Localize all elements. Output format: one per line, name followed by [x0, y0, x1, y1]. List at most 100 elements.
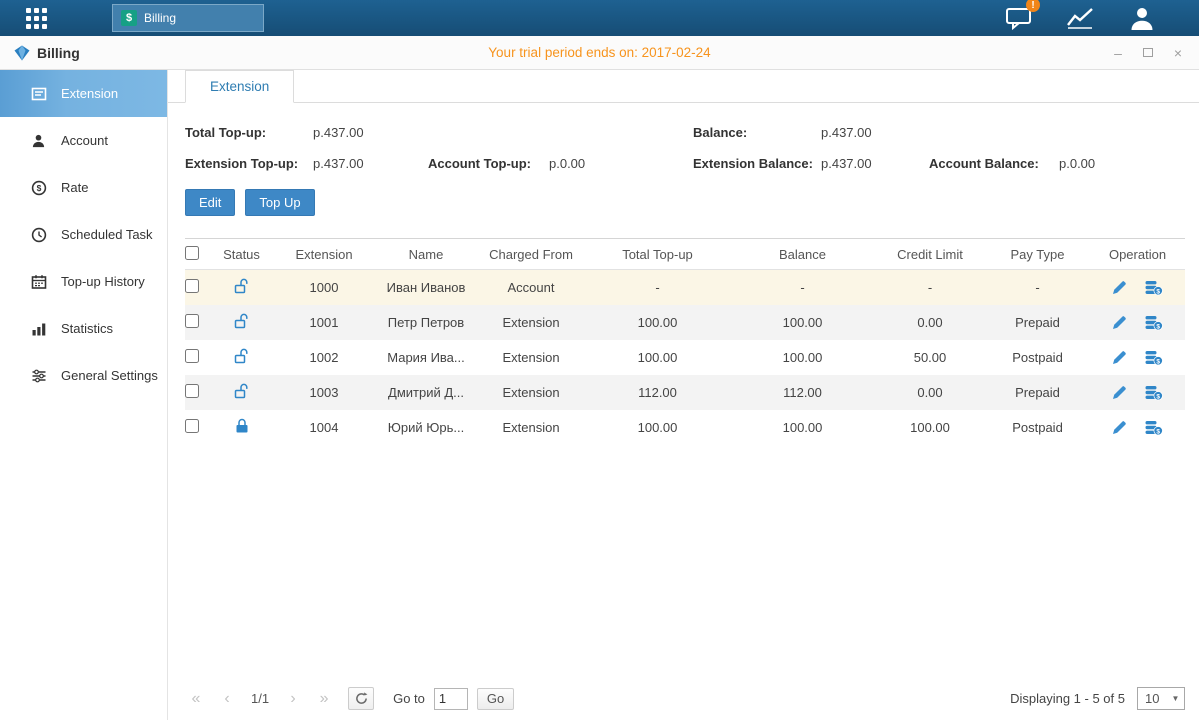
- goto-page-input[interactable]: [434, 688, 468, 710]
- refresh-button[interactable]: [348, 687, 374, 710]
- balance-cell: 100.00: [730, 315, 875, 330]
- close-button[interactable]: ×: [1171, 46, 1185, 60]
- edit-row-icon[interactable]: [1112, 385, 1127, 400]
- page-size-select[interactable]: 10 ▼: [1137, 687, 1185, 710]
- row-checkbox[interactable]: [185, 314, 199, 328]
- tab-bar: Extension: [168, 70, 1199, 103]
- summary-row-1: Total Top-up: p.437.00 Balance: p.437.00: [185, 117, 1185, 148]
- row-checkbox[interactable]: [185, 349, 199, 363]
- edit-row-icon[interactable]: [1112, 280, 1127, 295]
- row-checkbox[interactable]: [185, 279, 199, 293]
- sidebar-item-extension[interactable]: Extension: [0, 70, 167, 117]
- table-row[interactable]: 1001 Петр Петров Extension 100.00 100.00…: [185, 305, 1185, 340]
- billing-app-icon: $: [121, 10, 137, 26]
- trial-period-notice: Your trial period ends on: 2017-02-24: [0, 45, 1199, 60]
- charged-from-cell: Extension: [477, 350, 585, 365]
- account-topup-label: Account Top-up:: [428, 156, 549, 171]
- top-up-row-icon[interactable]: $: [1145, 315, 1163, 331]
- pay-type-cell: Postpaid: [985, 350, 1090, 365]
- extension-cell: 1004: [273, 420, 375, 435]
- select-all-checkbox[interactable]: [185, 246, 199, 260]
- header-credit-limit: Credit Limit: [875, 247, 985, 262]
- minimize-button[interactable]: –: [1111, 46, 1125, 60]
- sidebar-item-general-settings[interactable]: General Settings: [0, 352, 167, 399]
- table-header-row: Status Extension Name Charged From Total…: [185, 239, 1185, 270]
- edit-row-icon[interactable]: [1112, 315, 1127, 330]
- refresh-icon: [355, 692, 368, 705]
- taskbar-item-billing[interactable]: $ Billing: [112, 4, 264, 32]
- extension-cell: 1000: [273, 280, 375, 295]
- prev-page-button[interactable]: ‹: [216, 688, 238, 710]
- extension-cell: 1001: [273, 315, 375, 330]
- apps-menu-button[interactable]: [0, 0, 72, 36]
- displaying-text: Displaying 1 - 5 of 5: [1010, 691, 1125, 706]
- header-pay-type: Pay Type: [985, 247, 1090, 262]
- next-page-button[interactable]: ›: [282, 688, 304, 710]
- maximize-icon: [1143, 48, 1153, 57]
- sidebar: Extension Account $ Rate Scheduled Task …: [0, 70, 168, 720]
- balance-cell: -: [730, 280, 875, 295]
- top-up-button[interactable]: Top Up: [245, 189, 314, 216]
- svg-text:$: $: [1156, 428, 1160, 435]
- table-row[interactable]: 1004 Юрий Юрь... Extension 100.00 100.00…: [185, 410, 1185, 445]
- edit-row-icon[interactable]: [1112, 420, 1127, 435]
- balance-cell: 100.00: [730, 420, 875, 435]
- topbar-right-icons: !: [1003, 5, 1199, 31]
- sidebar-item-topup-history[interactable]: Top-up History: [0, 258, 167, 305]
- top-up-row-icon[interactable]: $: [1145, 385, 1163, 401]
- table-row[interactable]: 1002 Мария Ива... Extension 100.00 100.0…: [185, 340, 1185, 375]
- user-icon: [1129, 6, 1155, 30]
- resource-monitor-button[interactable]: [1065, 5, 1095, 31]
- system-topbar: $ Billing !: [0, 0, 1199, 36]
- svg-text:$: $: [1156, 393, 1160, 400]
- first-page-button[interactable]: «: [185, 688, 207, 710]
- credit-limit-cell: 100.00: [875, 420, 985, 435]
- header-status: Status: [210, 247, 273, 262]
- credit-limit-cell: 0.00: [875, 385, 985, 400]
- extension-cell: 1002: [273, 350, 375, 365]
- sidebar-item-statistics[interactable]: Statistics: [0, 305, 167, 352]
- sidebar-item-label: Top-up History: [61, 274, 145, 289]
- total-topup-label: Total Top-up:: [185, 125, 313, 140]
- notifications-button[interactable]: !: [1003, 5, 1033, 31]
- total-topup-cell: 100.00: [585, 420, 730, 435]
- sidebar-item-rate[interactable]: $ Rate: [0, 164, 167, 211]
- sidebar-item-account[interactable]: Account: [0, 117, 167, 164]
- top-up-row-icon[interactable]: $: [1145, 420, 1163, 436]
- row-checkbox[interactable]: [185, 384, 199, 398]
- sidebar-item-scheduled-task[interactable]: Scheduled Task: [0, 211, 167, 258]
- apps-grid-icon: [26, 8, 47, 29]
- sidebar-item-label: Extension: [61, 86, 118, 101]
- extension-topup-label: Extension Top-up:: [185, 156, 313, 171]
- edit-row-icon[interactable]: [1112, 350, 1127, 365]
- user-account-button[interactable]: [1127, 5, 1157, 31]
- table-row[interactable]: 1000 Иван Иванов Account - - - - $: [185, 270, 1185, 305]
- sidebar-item-label: Scheduled Task: [61, 227, 153, 242]
- charged-from-cell: Extension: [477, 385, 585, 400]
- go-button[interactable]: Go: [477, 688, 514, 710]
- edit-button[interactable]: Edit: [185, 189, 235, 216]
- sidebar-item-label: Statistics: [61, 321, 113, 336]
- header-operation: Operation: [1090, 247, 1185, 262]
- top-up-row-icon[interactable]: $: [1145, 280, 1163, 296]
- tab-extension[interactable]: Extension: [185, 70, 294, 103]
- clock-icon: [30, 227, 47, 243]
- table-row[interactable]: 1003 Дмитрий Д... Extension 112.00 112.0…: [185, 375, 1185, 410]
- total-topup-cell: 100.00: [585, 315, 730, 330]
- name-cell: Дмитрий Д...: [375, 385, 477, 400]
- top-up-row-icon[interactable]: $: [1145, 350, 1163, 366]
- status-unlocked-icon: [234, 278, 250, 294]
- name-cell: Юрий Юрь...: [375, 420, 477, 435]
- maximize-button[interactable]: [1141, 46, 1155, 60]
- account-balance-label: Account Balance:: [929, 156, 1059, 171]
- row-checkbox[interactable]: [185, 419, 199, 433]
- extension-balance-value: p.437.00: [821, 156, 929, 171]
- status-unlocked-icon: [234, 383, 250, 399]
- charged-from-cell: Extension: [477, 315, 585, 330]
- last-page-button[interactable]: »: [313, 688, 335, 710]
- status-locked-icon: [235, 418, 249, 434]
- taskbar-item-label: Billing: [144, 11, 176, 25]
- header-charged-from: Charged From: [477, 247, 585, 262]
- extension-icon: [30, 86, 47, 102]
- total-topup-cell: 112.00: [585, 385, 730, 400]
